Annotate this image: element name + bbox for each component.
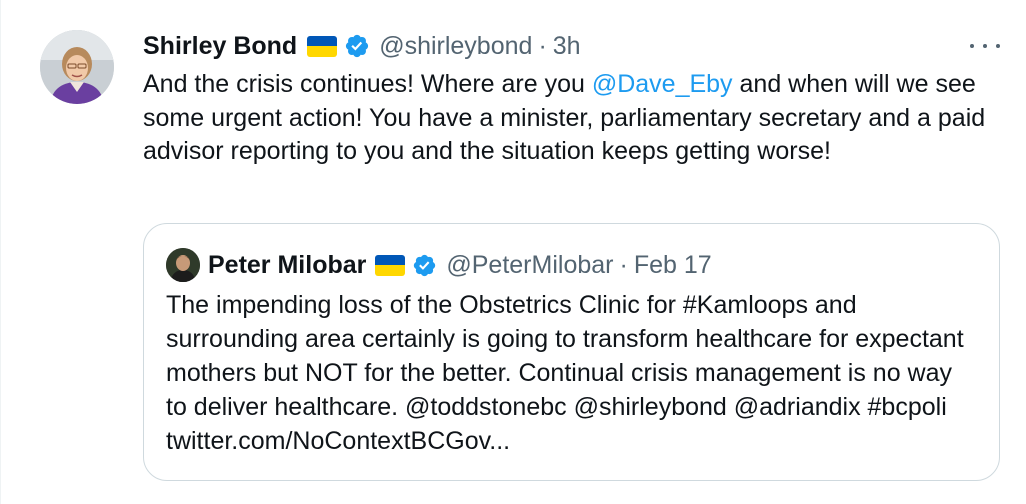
divider	[0, 0, 1, 504]
tweet-text: And the crisis continues! Where are you …	[143, 68, 993, 169]
ukraine-flag-icon	[307, 35, 338, 57]
avatar-image	[40, 30, 114, 104]
mention-link[interactable]: @Dave_Eby	[592, 70, 733, 98]
quoted-tweet-text: The impending loss of the Obstetrics Cli…	[166, 291, 964, 455]
quoted-avatar-image	[166, 248, 200, 282]
quoted-tweet-header: Peter Milobar @PeterMilobar · Feb 17	[208, 248, 712, 282]
timestamp[interactable]: 3h	[553, 32, 581, 61]
author-name[interactable]: Shirley Bond	[143, 32, 297, 61]
ukraine-flag-icon	[375, 254, 406, 276]
separator-dot: ·	[538, 31, 547, 60]
quoted-author-avatar[interactable]	[166, 248, 200, 282]
quoted-author-handle[interactable]: @PeterMilobar	[446, 251, 613, 280]
verified-badge-icon[interactable]	[344, 33, 370, 59]
quoted-tweet-card[interactable]: Peter Milobar @PeterMilobar · Feb 17 The…	[143, 223, 1000, 481]
verified-badge-icon[interactable]	[412, 253, 437, 278]
author-avatar[interactable]	[40, 30, 114, 104]
author-handle[interactable]: @shirleybond	[379, 32, 532, 61]
separator-dot: ·	[619, 250, 628, 279]
quoted-author-name[interactable]: Peter Milobar	[208, 251, 366, 280]
tweet-text-part1: And the crisis continues! Where are you	[143, 70, 592, 98]
more-options-icon[interactable]	[970, 36, 1000, 56]
quoted-timestamp[interactable]: Feb 17	[634, 251, 712, 280]
tweet-header: Shirley Bond @shirleybond · 3h	[143, 30, 581, 62]
tweet-article[interactable]: Shirley Bond @shirleybond · 3h And the c…	[0, 0, 1026, 504]
